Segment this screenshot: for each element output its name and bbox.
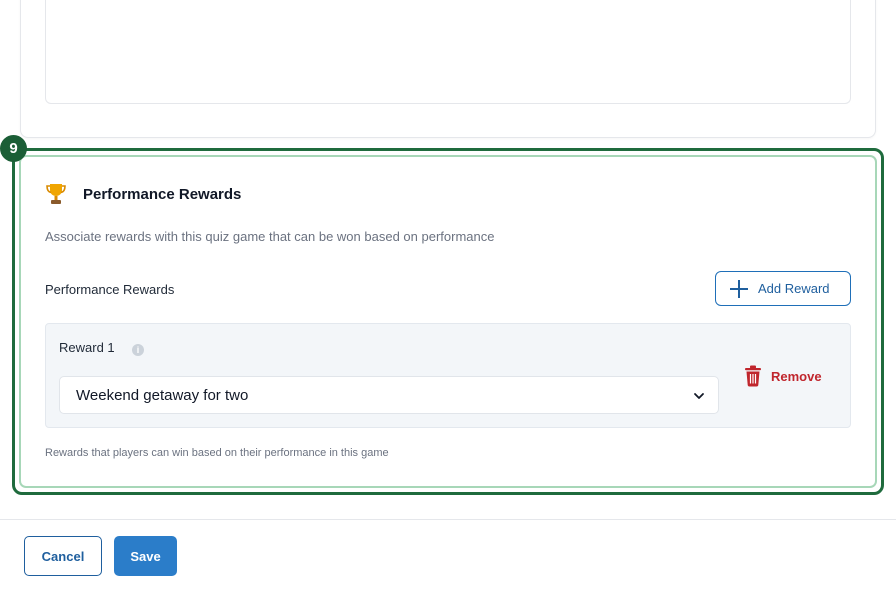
section-title: Performance Rewards <box>83 186 242 203</box>
cancel-button[interactable]: Cancel <box>24 536 102 576</box>
add-reward-button[interactable]: Add Reward <box>715 271 851 306</box>
plus-icon <box>730 279 748 298</box>
reward-select[interactable]: Weekend getaway for two <box>59 376 719 414</box>
trophy-icon <box>46 184 66 204</box>
chevron-down-icon <box>694 393 704 399</box>
rewards-field-label: Performance Rewards <box>45 282 175 297</box>
reward-item: Reward 1 i Weekend getaway for two Remov… <box>45 323 851 428</box>
step-number-badge: 9 <box>0 135 27 162</box>
rewards-help-text: Rewards that players can win based on th… <box>45 447 389 459</box>
remove-reward-label: Remove <box>771 368 822 384</box>
info-icon[interactable]: i <box>132 344 144 356</box>
reward-select-value: Weekend getaway for two <box>76 386 249 404</box>
trash-icon <box>745 365 761 387</box>
footer-divider <box>0 519 896 520</box>
save-button[interactable]: Save <box>114 536 177 576</box>
reward-label: Reward 1 <box>59 340 115 355</box>
performance-rewards-section <box>19 155 877 488</box>
previous-section-card <box>20 0 876 138</box>
previous-textarea[interactable] <box>45 0 851 104</box>
add-reward-label: Add Reward <box>758 281 830 296</box>
remove-reward-button[interactable]: Remove <box>743 364 822 388</box>
section-description: Associate rewards with this quiz game th… <box>45 229 495 244</box>
